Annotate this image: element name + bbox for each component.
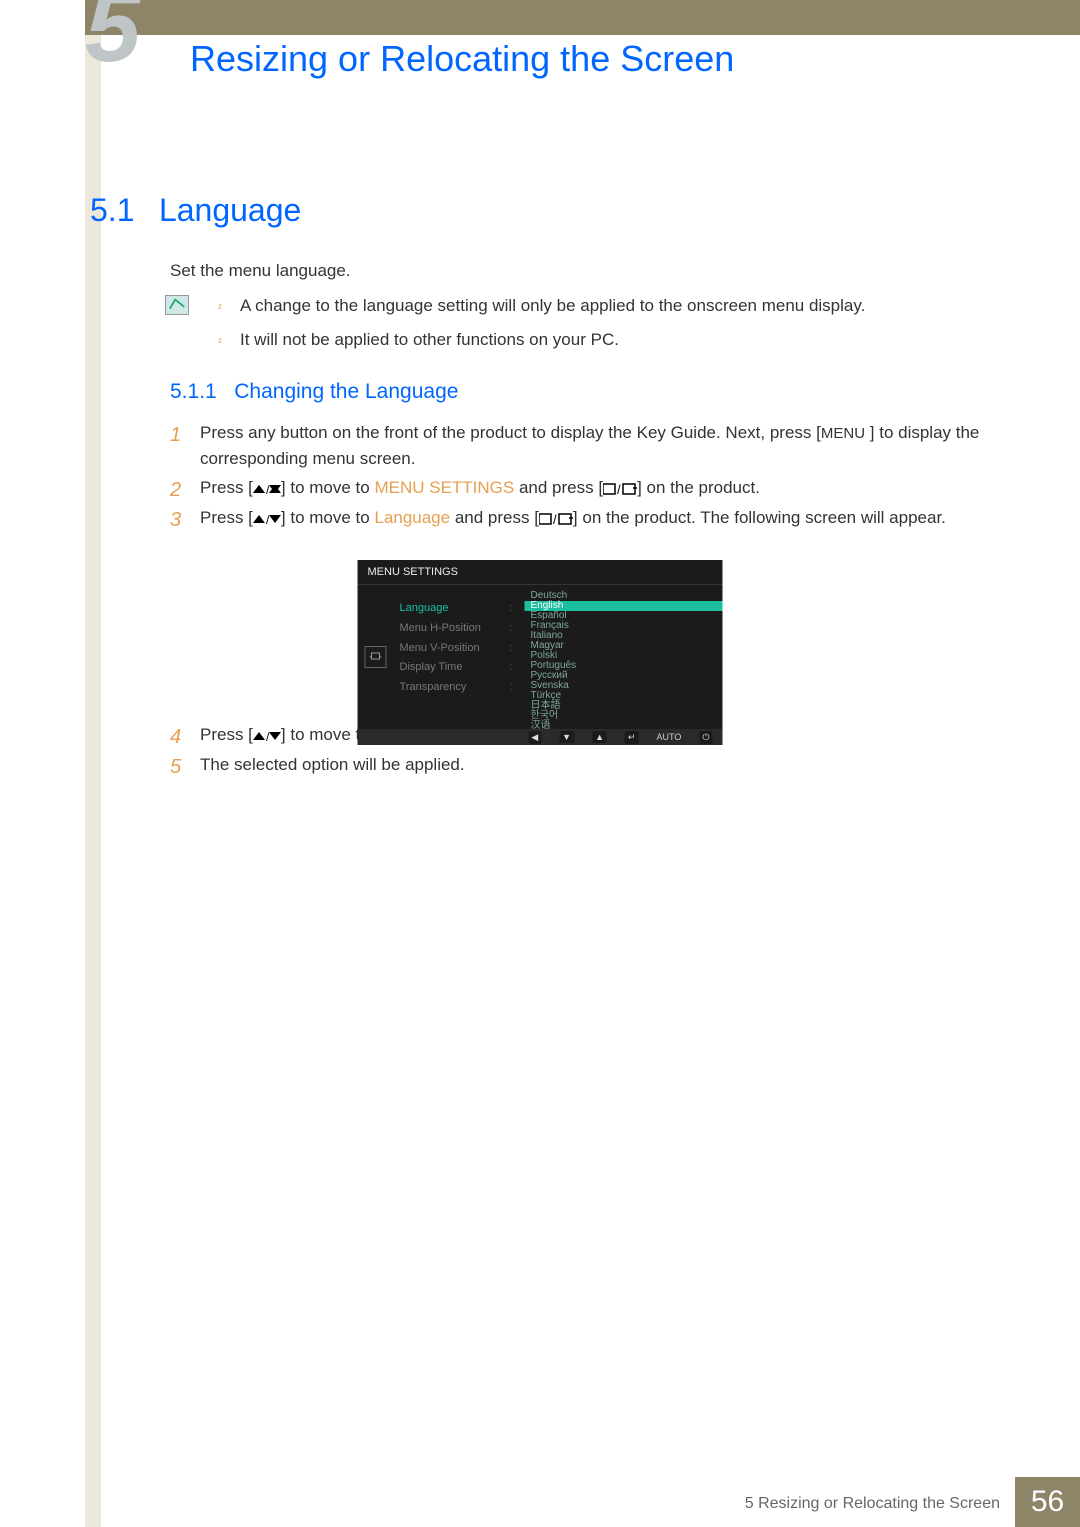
osd-label: Menu V-Position [400, 639, 480, 659]
chapter-number: 5 [85, 0, 141, 70]
osd-title: MENU SETTINGS [358, 560, 723, 584]
language-label: Language [374, 508, 450, 527]
section-number: 5.1 [90, 192, 134, 228]
note-text: A change to the language setting will on… [240, 296, 865, 315]
osd-language-item: 한국어 [525, 711, 723, 721]
step-text: The selected option will be applied. [200, 755, 465, 774]
subsection-heading: 5.1.1 Changing the Language [170, 380, 458, 404]
step-text: Press [ [200, 725, 253, 744]
osd-auto-label: AUTO [657, 732, 682, 742]
osd-label: Display Time [400, 658, 463, 678]
section-intro: Set the menu language. [170, 258, 980, 284]
osd-back-icon: ◀ [528, 731, 541, 744]
osd-label: Language [400, 599, 449, 619]
up-down-arrow-icon: / [253, 730, 281, 742]
svg-text:/: / [617, 482, 621, 496]
bullet-icon: z [218, 335, 222, 347]
osd-screenshot: MENU SETTINGS Language: Menu H-Position:… [358, 560, 723, 745]
up-down-arrow-icon: / [253, 483, 281, 495]
osd-power-icon: ⏻ [699, 731, 712, 744]
step-number: 5 [170, 752, 181, 782]
osd-bottom-bar: ◀ ▼ ▲ ↵ AUTO ⏻ [358, 729, 723, 745]
osd-category-icon [365, 646, 387, 668]
bullet-icon: z [218, 301, 222, 313]
osd-language-list: DeutschEnglishEspañolFrançaisItalianoMag… [519, 585, 723, 729]
osd-up-icon: ▲ [592, 731, 607, 743]
osd-labels: Language: Menu H-Position: Menu V-Positi… [394, 585, 519, 729]
osd-down-icon: ▼ [559, 731, 574, 743]
svg-text:/: / [266, 513, 270, 525]
menu-key-label: MENU [821, 425, 865, 442]
svg-text:/: / [553, 512, 557, 526]
svg-text:/: / [266, 483, 270, 495]
chapter-badge: 5 [85, 0, 155, 70]
step-text: Press [ [200, 508, 253, 527]
step-text: ] on the product. [637, 478, 760, 497]
menu-settings-label: MENU SETTINGS [374, 478, 514, 497]
up-down-arrow-icon: / [253, 513, 281, 525]
step-number: 4 [170, 722, 181, 752]
step-text: and press [ [514, 478, 603, 497]
osd-enter-icon: ↵ [625, 731, 639, 744]
step-text: Press [ [200, 478, 253, 497]
chapter-title: Resizing or Relocating the Screen [190, 38, 734, 80]
osd-label: Menu H-Position [400, 619, 481, 639]
footer-page-number: 56 [1015, 1477, 1080, 1527]
source-enter-icon: / [539, 512, 573, 526]
step-text: ] to move to [281, 478, 375, 497]
note-text: It will not be applied to other function… [240, 330, 619, 349]
note-block: z A change to the language setting will … [170, 293, 980, 360]
source-enter-icon: / [603, 482, 637, 496]
step-number: 3 [170, 505, 181, 535]
osd-label: Transparency [400, 678, 467, 698]
step-text: Press any button on the front of the pro… [200, 423, 816, 442]
step-text: and press [ [450, 508, 539, 527]
svg-text:/: / [266, 730, 270, 742]
section-title: Language [159, 192, 301, 228]
step-number: 1 [170, 420, 181, 450]
subsection-number: 5.1.1 [170, 380, 217, 403]
footer-chapter-label: 5 Resizing or Relocating the Screen [745, 1495, 1000, 1513]
step-number: 2 [170, 475, 181, 505]
page-footer: 5 Resizing or Relocating the Screen 56 [85, 1477, 1080, 1527]
subsection-title: Changing the Language [234, 380, 458, 403]
step-text: ] to move to [281, 508, 375, 527]
step-text: ] on the product. The following screen w… [573, 508, 946, 527]
